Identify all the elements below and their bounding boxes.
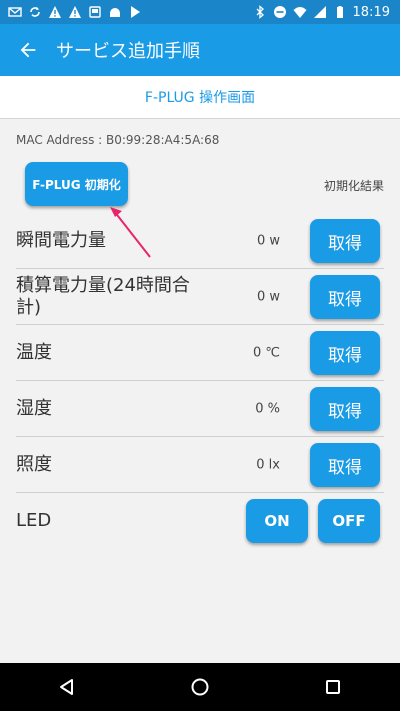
warning-icon: [48, 5, 62, 19]
sync-icon: [28, 5, 42, 19]
wifi-icon: [293, 5, 307, 19]
status-left-icons: [0, 5, 142, 19]
back-triangle-icon: [59, 679, 73, 695]
row-illuminance: 照度 0 lx 取得: [16, 438, 384, 493]
led-on-button[interactable]: ON: [246, 499, 308, 543]
nav-recents-button[interactable]: [309, 663, 357, 711]
android-icon: [108, 5, 122, 19]
warning-icon-2: [68, 5, 82, 19]
clock: 18:19: [352, 4, 390, 20]
bluetooth-icon: [253, 5, 267, 19]
row-label: 瞬間電力量: [16, 230, 106, 251]
battery-icon: [333, 5, 347, 19]
mail-icon: [8, 5, 22, 19]
row-value: 0 w: [256, 233, 280, 249]
home-circle-icon: [191, 678, 209, 696]
get-humidity-button[interactable]: 取得: [310, 387, 380, 431]
row-value: 0 w: [256, 289, 280, 305]
play-store-icon: [128, 5, 142, 19]
led-label: LED: [16, 510, 52, 531]
row-value: 0 ℃: [252, 345, 280, 361]
led-off-button[interactable]: OFF: [318, 499, 380, 543]
get-temperature-button[interactable]: 取得: [310, 331, 380, 375]
back-button[interactable]: [0, 24, 56, 76]
row-value: 0 lx: [256, 457, 280, 473]
status-right-icons: 18:19: [253, 5, 400, 20]
sub-header-title: F-PLUG 操作画面: [144, 90, 256, 106]
row-integrated-power: 積算電力量(24時間合計) 0 w 取得: [16, 270, 384, 325]
app-bar: サービス追加手順: [0, 24, 400, 76]
row-label: 温度: [16, 342, 52, 363]
row-humidity: 湿度 0 % 取得: [16, 382, 384, 437]
mac-address: MAC Address : B0:99:28:A4:5A:68: [16, 133, 220, 147]
get-integrated-power-button[interactable]: 取得: [310, 275, 380, 319]
fplug-init-button[interactable]: F-PLUG 初期化: [25, 162, 128, 206]
sub-header: F-PLUG 操作画面: [0, 76, 400, 119]
signal-icon: [313, 5, 327, 19]
row-instant-power: 瞬間電力量 0 w 取得: [16, 214, 384, 269]
nav-home-button[interactable]: [176, 663, 224, 711]
sd-card-icon: [88, 5, 102, 19]
app-title: サービス追加手順: [56, 41, 200, 62]
row-label: 湿度: [16, 398, 52, 419]
recents-square-icon: [326, 680, 341, 694]
status-bar: 18:19: [0, 0, 400, 24]
nav-back-button[interactable]: [43, 663, 91, 711]
get-illuminance-button[interactable]: 取得: [310, 443, 380, 487]
arrow-left-icon: [20, 42, 36, 58]
row-label: 照度: [16, 454, 52, 475]
row-led: LED ON OFF: [16, 494, 384, 548]
row-value: 0 %: [255, 401, 280, 417]
minus-circle-icon: [273, 5, 287, 19]
init-result-label: 初期化結果: [323, 179, 384, 193]
navigation-bar: [0, 663, 400, 711]
row-label: 積算電力量(24時間合計): [16, 275, 190, 318]
row-temperature: 温度 0 ℃ 取得: [16, 326, 384, 381]
get-instant-power-button[interactable]: 取得: [310, 219, 380, 263]
